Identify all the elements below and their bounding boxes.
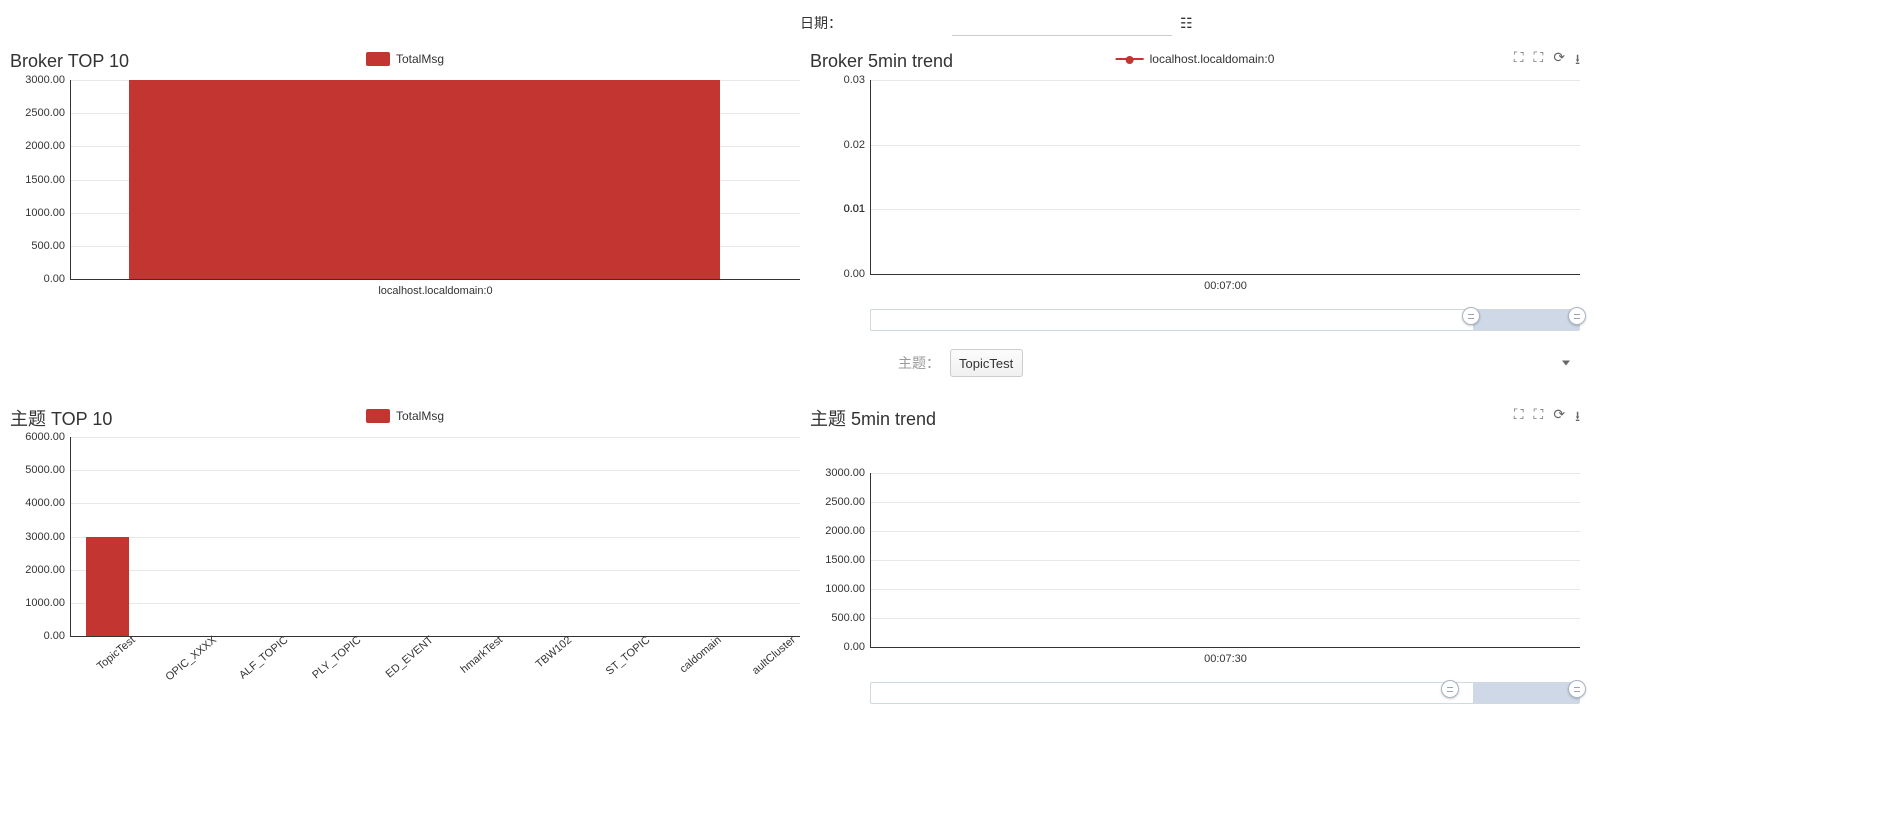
y-tick: 2000.00 — [13, 140, 65, 152]
y-tick: 1000.00 — [813, 583, 865, 595]
panel-title: Broker 5min trend — [810, 51, 953, 72]
y-tick: 1000.00 — [13, 207, 65, 219]
y-tick: 3000.00 — [13, 531, 65, 543]
y-tick: 0.00 — [13, 630, 65, 642]
y-tick: 0.00 — [13, 273, 65, 285]
y-tick: 2500.00 — [813, 496, 865, 508]
topic-top10-chart: 0.001000.002000.003000.004000.005000.006… — [70, 437, 800, 637]
legend: TotalMsg — [366, 409, 444, 423]
zoom-reset-icon[interactable]: ⛶ — [1534, 406, 1544, 430]
x-tick: aultCluster — [750, 634, 798, 677]
zoom-reset-icon[interactable]: ⛶ — [1534, 49, 1544, 73]
y-tick: 0.02 — [813, 139, 865, 151]
broker-trend-chart: 0.000.010.010.010.020.0300:07:00 — [870, 80, 1580, 275]
x-tick: PLY_TOPIC — [310, 634, 363, 681]
y-tick: 3000.00 — [13, 74, 65, 86]
top-bar: 日期： ☷ — [0, 10, 1894, 46]
x-tick: 00:07:30 — [1204, 653, 1247, 665]
y-tick: 1500.00 — [813, 554, 865, 566]
y-tick: 4000.00 — [13, 497, 65, 509]
chart-toolbox: ⛶ ⛶ ⟳ ⭳ — [1514, 49, 1580, 73]
x-tick: hmarkTest — [458, 634, 505, 676]
y-tick: 500.00 — [813, 612, 865, 624]
slider-handle-start[interactable] — [1462, 307, 1480, 325]
topic-trend-panel: 主题 5min trend ⛶ ⛶ ⟳ ⭳ 0.00500.001000.001… — [810, 403, 1580, 704]
date-label: 日期： — [800, 13, 842, 33]
slider-handle-start[interactable] — [1441, 680, 1459, 698]
topic-trend-chart: 0.00500.001000.001500.002000.002500.0030… — [870, 473, 1580, 648]
slider-handle-end[interactable] — [1568, 307, 1586, 325]
topic-label: 主题： — [810, 353, 950, 373]
zoom-icon[interactable]: ⛶ — [1514, 49, 1524, 73]
y-tick: 0.01 — [813, 203, 865, 215]
legend-label: localhost.localdomain:0 — [1150, 52, 1275, 66]
y-tick: 3000.00 — [813, 467, 865, 479]
y-tick: 0.00 — [813, 641, 865, 653]
x-tick: ST_TOPIC — [603, 634, 652, 678]
broker-top10-chart: 0.00500.001000.001500.002000.002500.0030… — [70, 80, 800, 280]
bar — [129, 80, 719, 279]
x-tick: ALF_TOPIC — [237, 634, 290, 682]
y-tick: 2000.00 — [13, 564, 65, 576]
x-tick: 00:07:00 — [1204, 280, 1247, 292]
x-tick: ED_EVENT — [384, 634, 436, 681]
panel-title: 主题 TOP 10 — [10, 405, 112, 431]
y-tick: 5000.00 — [13, 464, 65, 476]
y-tick: 6000.00 — [13, 431, 65, 443]
legend-label: TotalMsg — [396, 409, 444, 423]
legend-label: TotalMsg — [396, 52, 444, 66]
x-tick: OPIC_XXXX — [164, 634, 219, 683]
time-range-slider[interactable] — [870, 682, 1580, 704]
x-tick: caldomain — [677, 634, 723, 675]
legend: TotalMsg — [366, 52, 444, 66]
slider-handle-end[interactable] — [1568, 680, 1586, 698]
legend-swatch — [366, 52, 390, 66]
y-tick: 2500.00 — [13, 107, 65, 119]
y-tick: 0.00 — [813, 268, 865, 280]
refresh-icon[interactable]: ⟳ — [1553, 49, 1565, 73]
legend-line-icon — [1116, 58, 1144, 60]
broker-trend-panel: Broker 5min trend ⛶ ⛶ ⟳ ⭳ localhost.loca… — [810, 46, 1580, 383]
chart-toolbox: ⛶ ⛶ ⟳ ⭳ — [1514, 406, 1580, 430]
zoom-icon[interactable]: ⛶ — [1514, 406, 1524, 430]
time-range-slider[interactable] — [870, 309, 1580, 331]
refresh-icon[interactable]: ⟳ — [1553, 406, 1565, 430]
x-tick: TopicTest — [95, 634, 138, 673]
x-tick: TBW102 — [533, 634, 573, 671]
topic-select[interactable]: TopicTest — [950, 349, 1023, 377]
download-icon[interactable]: ⭳ — [1575, 406, 1580, 430]
topic-top10-panel: 主题 TOP 10 TotalMsg 0.001000.002000.00300… — [10, 403, 800, 704]
bar — [86, 537, 130, 637]
y-tick: 500.00 — [13, 240, 65, 252]
panel-title: 主题 5min trend — [810, 405, 936, 431]
legend-swatch — [366, 409, 390, 423]
y-tick: 2000.00 — [813, 525, 865, 537]
download-icon[interactable]: ⭳ — [1575, 49, 1580, 73]
y-tick: 1500.00 — [13, 174, 65, 186]
y-tick: 1000.00 — [13, 597, 65, 609]
calendar-icon[interactable]: ☷ — [1180, 15, 1193, 32]
legend: localhost.localdomain:0 — [1116, 52, 1275, 66]
panel-title: Broker TOP 10 — [10, 51, 129, 72]
y-tick: 0.03 — [813, 74, 865, 86]
broker-top10-panel: Broker TOP 10 TotalMsg 0.00500.001000.00… — [10, 46, 800, 383]
date-input[interactable] — [952, 10, 1172, 36]
x-tick: localhost.localdomain:0 — [378, 285, 492, 297]
